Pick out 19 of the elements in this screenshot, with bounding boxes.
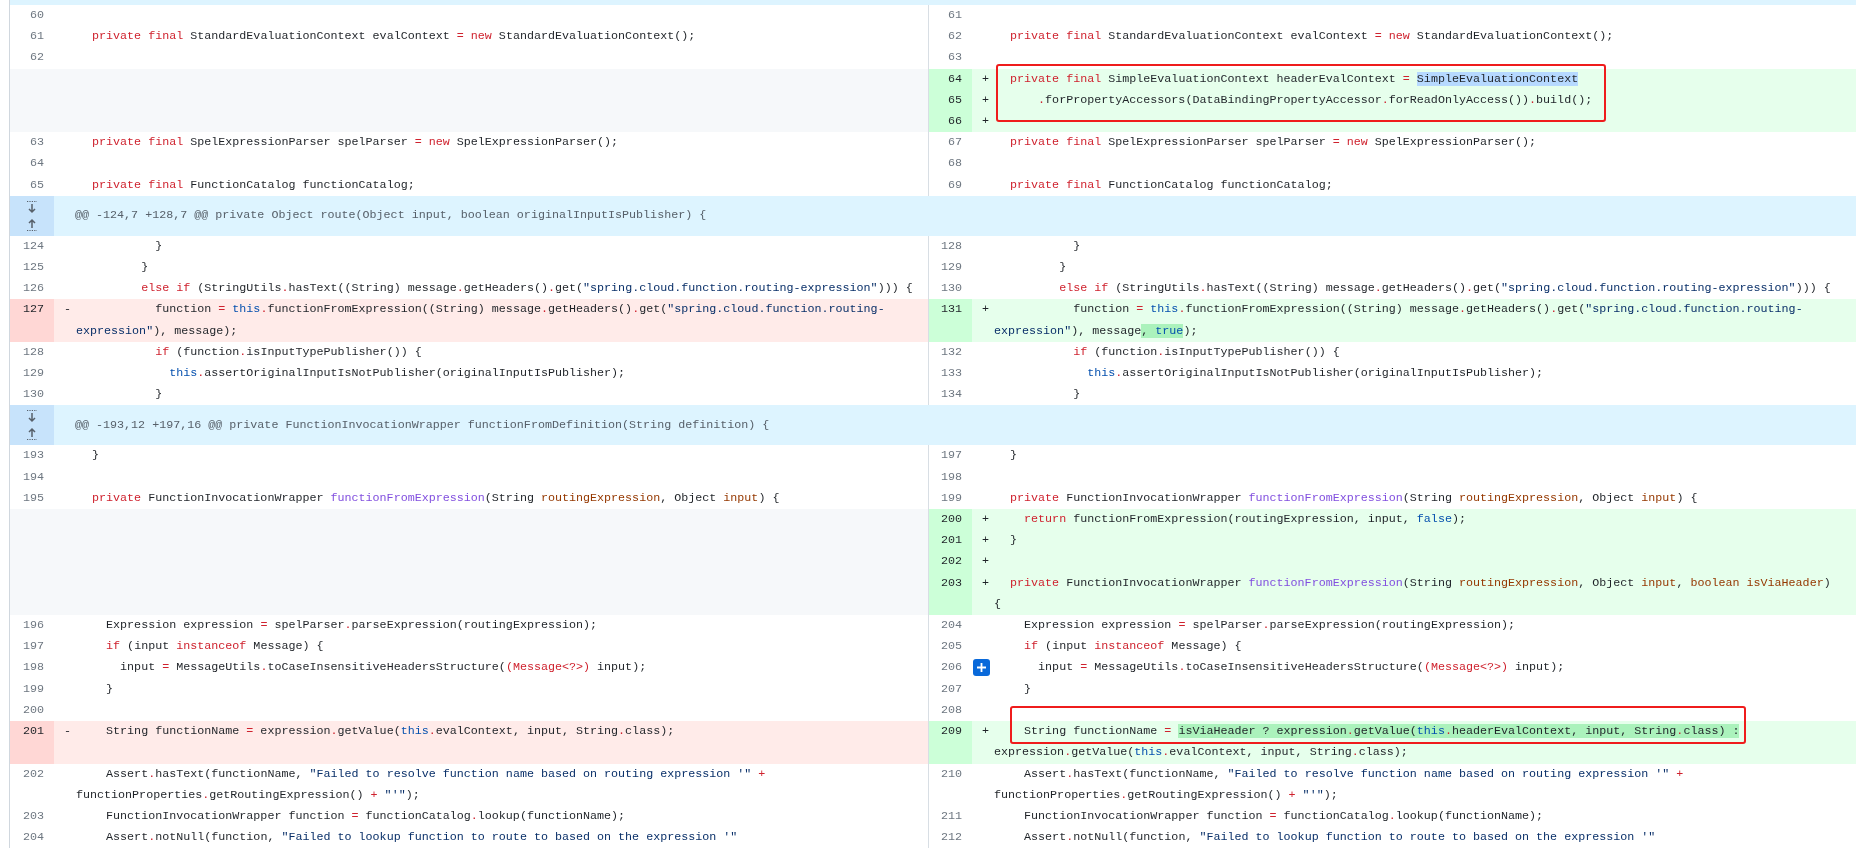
line-number[interactable]: 201 bbox=[928, 530, 972, 552]
hunk-header: @@ -193,12 +197,16 @@ private FunctionInvocationWrapper functionFromDefinition(String definition) { bbox=[54, 405, 928, 446]
line-number[interactable]: 200 bbox=[928, 509, 972, 531]
line-number[interactable]: 131 bbox=[928, 299, 972, 342]
line-number[interactable]: 201 bbox=[10, 721, 54, 764]
plus-icon bbox=[976, 662, 987, 674]
expand-down-icon[interactable] bbox=[26, 409, 38, 424]
line-number[interactable]: 209 bbox=[928, 721, 972, 764]
hunk-header: @@ -124,7 +128,7 @@ private Object route(Object input, boolean originalInputIsPublisher) { bbox=[54, 195, 928, 236]
line-number[interactable]: 65 bbox=[928, 89, 972, 111]
line-number[interactable]: 127 bbox=[10, 299, 54, 342]
line-number[interactable]: 66 bbox=[928, 111, 972, 133]
expand-down-icon[interactable] bbox=[26, 199, 38, 214]
line-number[interactable]: 64 bbox=[928, 68, 972, 90]
expand-up-icon[interactable] bbox=[26, 427, 38, 442]
line-number[interactable]: 203 bbox=[928, 572, 972, 616]
expand-up-icon[interactable] bbox=[26, 217, 38, 232]
line-number[interactable]: 202 bbox=[928, 551, 972, 573]
add-comment-button[interactable] bbox=[973, 659, 990, 677]
